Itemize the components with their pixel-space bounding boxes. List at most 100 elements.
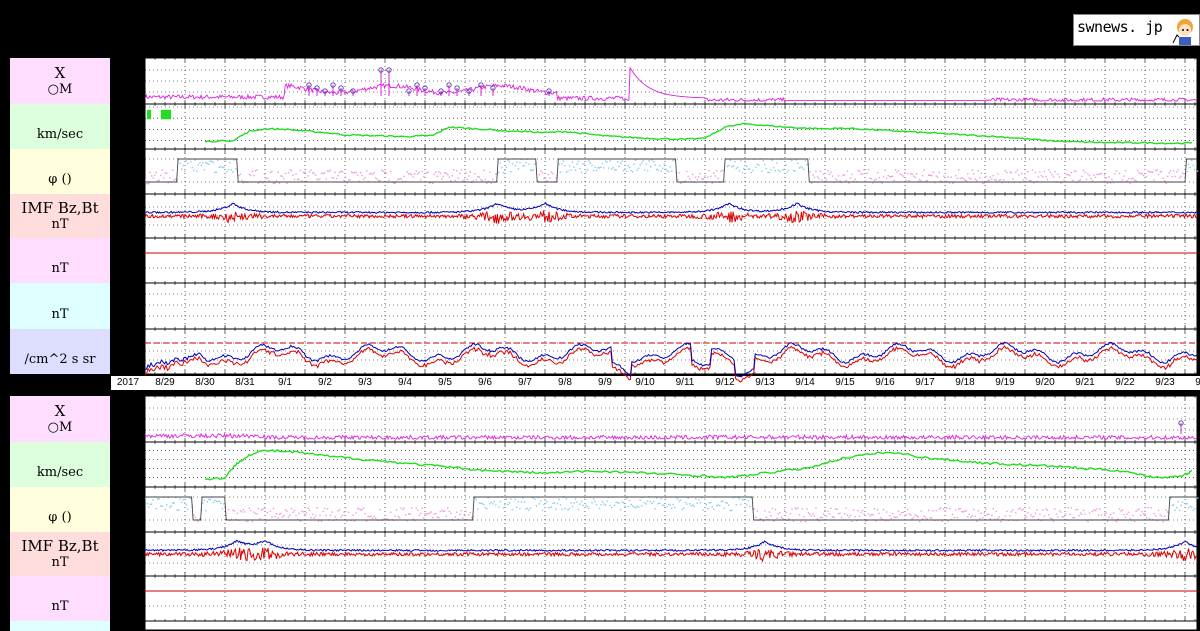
date-tick-label: 9/11: [676, 377, 695, 388]
phi-away-point: [478, 176, 481, 178]
phi-toward-point: [761, 170, 763, 172]
phi-away-point: [980, 172, 982, 174]
phi-away-point: [1082, 509, 1085, 512]
phi-toward-point: [570, 502, 572, 504]
phi-toward-point: [516, 506, 518, 509]
phi-toward-point: [202, 162, 204, 164]
phi-away-point: [812, 513, 814, 515]
phi-toward-point: [661, 167, 664, 169]
phi-away-point: [1024, 173, 1026, 175]
phi-away-point: [495, 173, 497, 175]
phi-toward-point: [546, 501, 548, 503]
phi-toward-point: [579, 503, 581, 505]
phi-toward-point: [737, 166, 739, 169]
phi-away-point: [1135, 510, 1137, 512]
phi-away-point: [831, 516, 834, 518]
phi-away-point: [1039, 171, 1041, 173]
phi-away-point: [976, 520, 978, 522]
phi-away-point: [272, 182, 275, 185]
phi-away-point: [1006, 510, 1008, 512]
phi-toward-point: [594, 500, 596, 503]
phi-away-point: [1099, 508, 1101, 510]
phi-away-point: [982, 182, 984, 185]
phi-away-point: [367, 515, 369, 518]
phi-away-point: [785, 511, 787, 514]
phi-away-point: [809, 171, 811, 173]
phi-away-point: [1075, 170, 1077, 173]
phi-away-point: [259, 517, 261, 520]
phi-toward-point: [609, 504, 611, 507]
phi-toward-point: [797, 162, 799, 165]
phi-away-point: [347, 179, 350, 181]
phi-away-point: [956, 516, 958, 519]
phi-away-point: [1129, 182, 1131, 185]
phi-away-point: [420, 179, 422, 181]
phi-away-point: [1106, 182, 1109, 185]
phi-toward-point: [585, 170, 587, 173]
phi-away-point: [695, 176, 697, 178]
phi-away-point: [941, 520, 943, 522]
phi-toward-point: [1187, 163, 1190, 165]
phi-away-point: [994, 178, 996, 181]
phi-away-point: [1084, 171, 1086, 174]
phi-away-point: [968, 513, 970, 516]
phi-away-point: [1088, 512, 1091, 514]
phi-away-point: [298, 512, 300, 515]
phi-away-point: [845, 507, 847, 509]
phi-away-point: [361, 174, 363, 177]
phi-away-point: [753, 508, 756, 510]
phi-toward-point: [768, 171, 771, 174]
phi-toward-point: [187, 162, 189, 164]
phi-toward-point: [610, 506, 613, 509]
phi-away-point: [359, 509, 362, 511]
phi-away-point: [1025, 516, 1028, 518]
phi-toward-point: [1187, 507, 1190, 509]
phi-away-point: [971, 515, 973, 517]
phi-away-point: [879, 517, 882, 519]
phi-away-point: [1067, 174, 1070, 176]
phi-away-point: [469, 511, 472, 514]
phi-away-point: [337, 510, 339, 512]
phi-away-point: [836, 508, 838, 511]
phi-toward-point: [1186, 502, 1188, 505]
phi-away-point: [921, 518, 924, 520]
phi-toward-point: [669, 504, 671, 506]
phi-away-point: [266, 512, 269, 514]
phi-away-point: [791, 508, 793, 510]
phi-away-point: [439, 510, 441, 513]
phi-toward-point: [609, 160, 611, 162]
phi-away-point: [1144, 513, 1146, 516]
kp-tick-label: 60: [129, 618, 141, 629]
phi-away-point: [867, 169, 870, 171]
phi-away-point: [1159, 171, 1161, 173]
phi-away-point: [1156, 169, 1158, 171]
phi-away-point: [964, 179, 966, 181]
phi-away-point: [454, 179, 456, 182]
phi-toward-point: [481, 503, 484, 505]
phi-away-point: [857, 509, 859, 512]
phi-away-point: [914, 514, 916, 516]
phi-toward-point: [149, 503, 151, 506]
phi-away-point: [451, 175, 453, 177]
phi-away-point: [1021, 172, 1023, 175]
phi-away-point: [421, 170, 423, 173]
phi-away-point: [365, 520, 368, 522]
phi-away-point: [863, 169, 865, 171]
phi-away-point: [1079, 512, 1082, 514]
phi-away-point: [1069, 175, 1071, 177]
phi-away-point: [839, 512, 841, 514]
phi-toward-point: [657, 169, 659, 171]
phi-away-point: [982, 516, 984, 519]
phi-away-point: [985, 175, 987, 178]
phi-toward-point: [203, 169, 206, 171]
phi-away-point: [1079, 179, 1082, 181]
phi-away-point: [1142, 174, 1145, 177]
phi-away-point: [1181, 172, 1184, 174]
phi-away-point: [997, 517, 999, 520]
phi-away-point: [906, 172, 909, 175]
phi-away-point: [1126, 513, 1128, 515]
phi-toward-point: [667, 170, 670, 173]
phi-toward-point: [179, 498, 181, 500]
phi-away-point: [935, 175, 937, 177]
phi-away-point: [256, 169, 258, 171]
